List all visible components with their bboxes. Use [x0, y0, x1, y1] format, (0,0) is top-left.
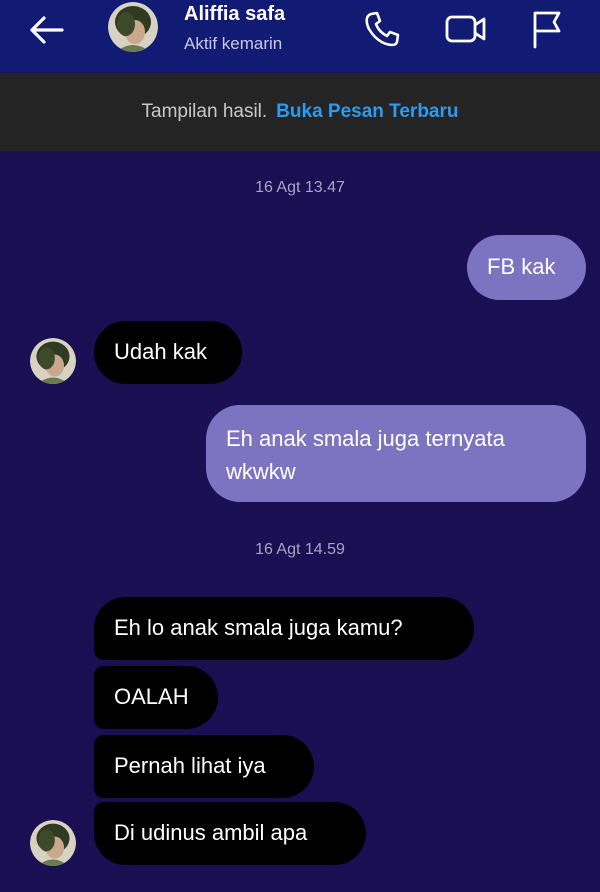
chat-screen: Aliffia safa Aktif kemarin Tampilan hasi…: [0, 0, 600, 892]
flag-icon: [533, 11, 561, 49]
back-arrow-icon: [30, 16, 64, 44]
voice-call-button[interactable]: [358, 6, 406, 52]
banner-text: Tampilan hasil.: [141, 101, 268, 122]
outgoing-message[interactable]: Eh anak smala juga ternyata wkwkw: [206, 405, 586, 502]
video-call-button[interactable]: [440, 6, 492, 52]
message-timestamp: 16 Agt 13.47: [255, 179, 345, 196]
incoming-message[interactable]: Eh lo anak smala juga kamu?: [94, 597, 474, 660]
contact-avatar[interactable]: [108, 2, 158, 52]
incoming-message[interactable]: Di udinus ambil apa: [94, 802, 366, 865]
incoming-message[interactable]: OALAH: [94, 666, 218, 729]
search-result-banner: Tampilan hasil. Buka Pesan Terbaru: [0, 73, 600, 151]
back-button[interactable]: [22, 10, 70, 50]
message-timestamp: 16 Agt 14.59: [255, 541, 345, 558]
report-button[interactable]: [524, 6, 568, 52]
contact-status: Aktif kemarin: [184, 34, 283, 53]
sender-avatar[interactable]: [30, 820, 76, 866]
open-latest-messages-link[interactable]: Buka Pesan Terbaru: [276, 101, 458, 123]
outgoing-message[interactable]: FB kak: [467, 235, 586, 300]
video-camera-icon: [445, 15, 486, 43]
incoming-message[interactable]: Pernah lihat iya: [94, 735, 314, 798]
chat-header: Aliffia safa Aktif kemarin: [0, 0, 600, 72]
sender-avatar[interactable]: [30, 338, 76, 384]
contact-name[interactable]: Aliffia safa: [184, 3, 285, 26]
incoming-message[interactable]: Udah kak: [94, 321, 242, 384]
phone-icon: [365, 11, 400, 47]
